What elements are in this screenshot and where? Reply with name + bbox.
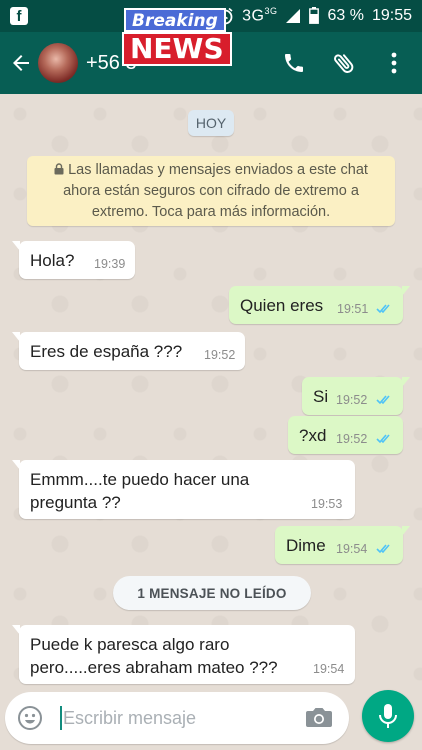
message-bubble-incoming[interactable]: Puede k paresca algo raro pero.....eres a… bbox=[12, 625, 355, 684]
status-left: f bbox=[10, 7, 28, 25]
message-text: Si bbox=[313, 387, 329, 406]
chat-area[interactable]: HOY Las llamadas y mensajes enviados a e… bbox=[0, 94, 422, 688]
breaking-news-overlay: Breaking NEWS bbox=[118, 6, 232, 68]
battery-percent: 63 % bbox=[327, 6, 364, 24]
message-time: 19:52 bbox=[336, 432, 368, 446]
camera-button[interactable] bbox=[305, 705, 333, 731]
avatar[interactable] bbox=[38, 43, 78, 83]
voice-message-button[interactable] bbox=[362, 690, 414, 742]
message-text: Quien eres bbox=[240, 296, 324, 315]
message-composer bbox=[5, 692, 349, 744]
clock: 19:55 bbox=[371, 6, 412, 24]
message-text: Emmm....te puedo hacer una pregunta ?? bbox=[30, 470, 250, 512]
emoji-button[interactable] bbox=[17, 705, 43, 731]
header-actions bbox=[280, 49, 422, 77]
signal-icon bbox=[285, 8, 301, 24]
message-bubble-outgoing[interactable]: Si 19:52 bbox=[302, 377, 410, 415]
emoji-icon bbox=[18, 706, 42, 730]
message-bubble-outgoing[interactable]: Quien eres 19:51 bbox=[229, 286, 410, 324]
message-time: 19:53 bbox=[311, 497, 343, 511]
message-time: 19:51 bbox=[337, 302, 369, 316]
message-time: 19:39 bbox=[94, 257, 126, 271]
message-bubble-outgoing[interactable]: ?xd 19:52 bbox=[288, 416, 403, 454]
message-text: Dime bbox=[286, 536, 326, 555]
whatsapp-chat-screen: f 3G3G 63 % 19:55 Breaking NEWS +56 3 HO… bbox=[0, 0, 422, 750]
date-separator: HOY bbox=[188, 110, 234, 136]
message-text: ?xd bbox=[299, 426, 327, 445]
message-time: 19:54 bbox=[313, 662, 345, 676]
message-time: 19:52 bbox=[336, 393, 368, 407]
read-receipt-icon bbox=[376, 304, 390, 314]
paperclip-icon bbox=[334, 54, 354, 73]
breaking-label: Breaking bbox=[124, 8, 226, 32]
voice-call-button[interactable] bbox=[280, 49, 308, 77]
message-text: Puede k paresca algo raro pero.....eres a… bbox=[30, 635, 278, 677]
back-button[interactable] bbox=[4, 32, 38, 94]
encryption-notice[interactable]: Las llamadas y mensajes enviados a este … bbox=[27, 156, 395, 226]
message-bubble-outgoing[interactable]: Dime 19:54 bbox=[275, 526, 410, 564]
read-receipt-icon bbox=[376, 434, 390, 444]
message-input[interactable] bbox=[63, 702, 293, 734]
overflow-menu-button[interactable] bbox=[380, 49, 408, 77]
attach-button[interactable] bbox=[330, 49, 358, 77]
message-time: 19:52 bbox=[204, 348, 236, 362]
read-receipt-icon bbox=[376, 544, 390, 554]
lock-icon bbox=[54, 163, 64, 175]
network-type: 3G3G bbox=[242, 6, 278, 25]
read-receipt-icon bbox=[376, 395, 390, 405]
message-time: 19:54 bbox=[336, 542, 368, 556]
microphone-icon bbox=[379, 704, 397, 728]
unread-messages-banner: 1 MENSAJE NO LEÍDO bbox=[113, 576, 311, 610]
battery-icon bbox=[309, 7, 320, 25]
encryption-notice-text: Las llamadas y mensajes enviados a este … bbox=[63, 162, 368, 220]
message-bubble-incoming[interactable]: Eres de españa ??? 19:52 bbox=[12, 332, 245, 370]
message-bubble-incoming[interactable]: Hola? 19:39 bbox=[12, 241, 135, 279]
message-text: Eres de españa ??? bbox=[30, 342, 183, 361]
message-bubble-incoming[interactable]: Emmm....te puedo hacer una pregunta ?? 19… bbox=[12, 460, 355, 519]
back-arrow-icon bbox=[13, 55, 29, 71]
message-text: Hola? bbox=[30, 251, 75, 270]
more-vertical-icon bbox=[391, 52, 397, 74]
facebook-notification-icon: f bbox=[10, 7, 28, 25]
text-cursor bbox=[60, 706, 62, 730]
news-label: NEWS bbox=[122, 32, 232, 66]
camera-icon bbox=[306, 708, 332, 727]
phone-icon bbox=[285, 54, 303, 72]
